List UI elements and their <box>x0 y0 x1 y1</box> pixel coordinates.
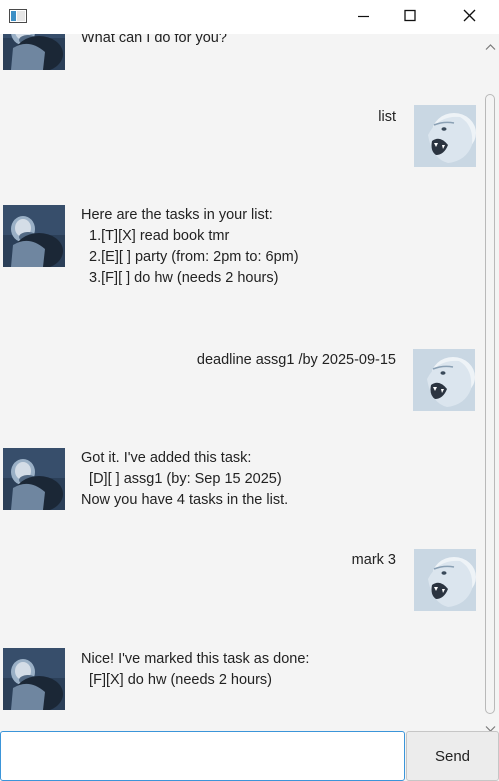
vertical-scrollbar[interactable] <box>482 34 499 732</box>
minimize-button[interactable] <box>340 0 386 34</box>
title-bar <box>0 0 499 34</box>
user-message: list <box>378 109 396 125</box>
user-message: deadline assg1 /by 2025-09-15 <box>196 352 396 368</box>
monkey-avatar <box>3 448 65 510</box>
user-input-field[interactable] <box>0 731 405 781</box>
close-icon <box>463 9 476 22</box>
duke-message: What can I do for you? <box>81 34 227 46</box>
duke-message: Got it. I've added this task: [D][ ] ass… <box>81 450 289 508</box>
monkey-avatar <box>3 648 65 710</box>
dialog-container[interactable]: What can I do for you? list Here are the… <box>0 34 482 731</box>
monkey-avatar <box>3 205 65 267</box>
minimize-icon <box>358 15 369 18</box>
monkey-avatar <box>3 34 65 70</box>
user-message: mark 3 <box>351 552 396 568</box>
send-button[interactable]: Send <box>406 731 499 781</box>
duke-message: Nice! I've marked this task as done: [F]… <box>81 651 310 688</box>
lion-avatar <box>413 349 475 411</box>
lion-avatar <box>414 105 476 167</box>
app-window-icon <box>9 9 27 23</box>
maximize-icon <box>404 9 416 22</box>
duke-message: Here are the tasks in your list: 1.[T][X… <box>81 207 299 286</box>
lion-avatar <box>414 549 476 611</box>
maximize-button[interactable] <box>386 0 432 34</box>
close-button[interactable] <box>446 0 492 34</box>
scroll-down-arrow-icon[interactable] <box>485 720 496 732</box>
scrollbar-thumb[interactable] <box>485 94 495 714</box>
scroll-up-arrow-icon[interactable] <box>485 38 496 50</box>
